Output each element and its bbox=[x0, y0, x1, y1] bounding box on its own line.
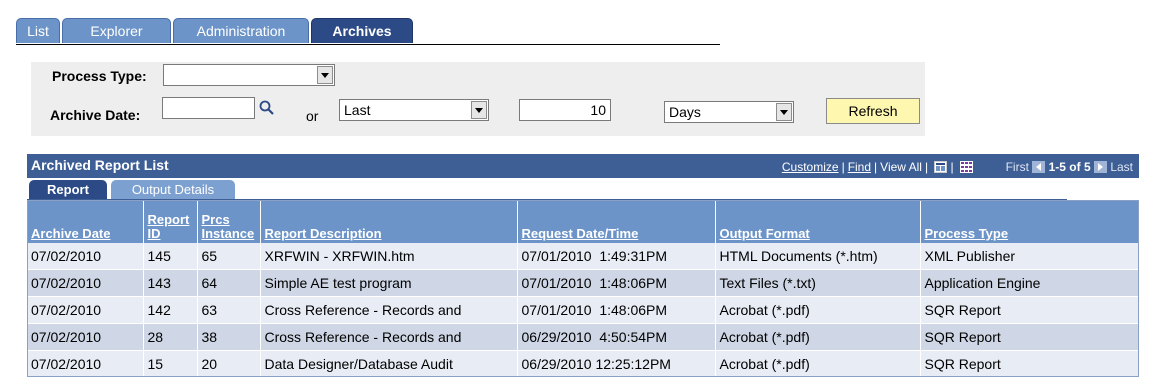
cell-report-id: 142 bbox=[143, 296, 198, 324]
date-unit-value: Days bbox=[669, 104, 701, 120]
archived-report-table: Archive Date Report ID Prcs Instance Rep… bbox=[27, 200, 1140, 378]
chevron-down-icon[interactable] bbox=[471, 101, 487, 119]
cell-report-description: XRFWIN - XRFWIN.htm bbox=[260, 243, 518, 270]
cell-output-format: HTML Documents (*.htm) bbox=[715, 243, 921, 270]
process-type-label: Process Type: bbox=[52, 68, 147, 84]
cell-process-type: SQR Report bbox=[920, 350, 1140, 378]
cell-output-format: Acrobat (*.pdf) bbox=[715, 296, 921, 324]
grid-title: Archived Report List bbox=[31, 157, 169, 173]
last-link[interactable]: Last bbox=[1110, 160, 1133, 174]
download-grid-icon[interactable] bbox=[934, 161, 948, 173]
lookup-search-icon[interactable] bbox=[258, 99, 276, 117]
previous-arrow-icon[interactable] bbox=[1032, 161, 1046, 173]
column-header-output-format[interactable]: Output Format bbox=[715, 200, 921, 243]
archive-date-input[interactable] bbox=[162, 97, 255, 119]
search-panel: Process Type: Archive Date: or Last 10 D… bbox=[31, 62, 925, 136]
cell-request-datetime: 06/29/2010 12:25:12PM bbox=[517, 350, 716, 378]
cell-process-type: SQR Report bbox=[920, 323, 1140, 351]
cell-request-datetime: 07/01/2010 1:48:06PM bbox=[517, 296, 716, 324]
column-header-process-type[interactable]: Process Type bbox=[920, 200, 1140, 243]
date-range-select[interactable]: Last bbox=[339, 99, 489, 121]
show-all-columns-icon[interactable] bbox=[959, 161, 973, 173]
table-row[interactable]: 07/02/2010 143 64 Simple AE test program… bbox=[27, 269, 1140, 297]
column-header-prcs-instance[interactable]: Prcs Instance bbox=[197, 200, 261, 243]
row-range: 1-5 of 5 bbox=[1048, 160, 1091, 174]
column-header-report-id[interactable]: Report ID bbox=[143, 200, 198, 243]
cell-process-type: SQR Report bbox=[920, 296, 1140, 324]
cell-archive-date: 07/02/2010 bbox=[27, 269, 144, 297]
cell-request-datetime: 07/01/2010 1:48:06PM bbox=[517, 269, 716, 297]
cell-archive-date: 07/02/2010 bbox=[27, 296, 144, 324]
cell-request-datetime: 07/01/2010 1:49:31PM bbox=[517, 243, 716, 270]
cell-report-description: Data Designer/Database Audit bbox=[260, 350, 518, 378]
archive-date-label: Archive Date: bbox=[50, 107, 141, 123]
subtab-report[interactable]: Report bbox=[29, 180, 107, 200]
day-count-input[interactable]: 10 bbox=[519, 99, 611, 121]
cell-report-description: Simple AE test program bbox=[260, 269, 518, 297]
cell-output-format: Text Files (*.txt) bbox=[715, 269, 921, 297]
view-all-link[interactable]: View All bbox=[880, 160, 922, 174]
column-header-archive-date[interactable]: Archive Date bbox=[27, 200, 144, 243]
grid-header-bar: Archived Report List Customize | Find | View… bbox=[27, 154, 1139, 178]
cell-archive-date: 07/02/2010 bbox=[27, 350, 144, 378]
refresh-button[interactable]: Refresh bbox=[826, 98, 920, 124]
column-header-request-datetime[interactable]: Request Date/Time bbox=[517, 200, 716, 243]
cell-report-id: 28 bbox=[143, 323, 198, 351]
find-link[interactable]: Find bbox=[848, 160, 871, 174]
tab-list[interactable]: List bbox=[16, 18, 60, 43]
cell-report-description: Cross Reference - Records and bbox=[260, 296, 518, 324]
or-label: or bbox=[306, 108, 319, 124]
table-header-row: Archive Date Report ID Prcs Instance Rep… bbox=[27, 200, 1140, 243]
subtab-output-details[interactable]: Output Details bbox=[111, 180, 235, 200]
tab-archives[interactable]: Archives bbox=[311, 18, 413, 43]
grid-navigation: Customize | Find | View All | | First 1-5 of … bbox=[781, 160, 1133, 174]
top-tab-bar: List Explorer Administration Archives bbox=[16, 18, 720, 45]
cell-report-id: 15 bbox=[143, 350, 198, 378]
process-type-select[interactable] bbox=[163, 64, 335, 86]
cell-process-type: Application Engine bbox=[920, 269, 1140, 297]
cell-prcs-instance: 64 bbox=[197, 269, 261, 297]
cell-prcs-instance: 63 bbox=[197, 296, 261, 324]
cell-report-description: Cross Reference - Records and bbox=[260, 323, 518, 351]
column-header-report-description[interactable]: Report Description bbox=[260, 200, 518, 243]
first-link[interactable]: First bbox=[1006, 160, 1029, 174]
cell-output-format: Acrobat (*.pdf) bbox=[715, 350, 921, 378]
cell-report-id: 143 bbox=[143, 269, 198, 297]
table-row[interactable]: 07/02/2010 15 20 Data Designer/Database … bbox=[27, 350, 1140, 378]
cell-report-id: 145 bbox=[143, 243, 198, 270]
table-row[interactable]: 07/02/2010 28 38 Cross Reference - Recor… bbox=[27, 323, 1140, 351]
cell-output-format: Acrobat (*.pdf) bbox=[715, 323, 921, 351]
cell-prcs-instance: 20 bbox=[197, 350, 261, 378]
table-row[interactable]: 07/02/2010 145 65 XRFWIN - XRFWIN.htm 07… bbox=[27, 243, 1140, 270]
customize-link[interactable]: Customize bbox=[782, 160, 839, 174]
tab-explorer[interactable]: Explorer bbox=[62, 18, 171, 43]
cell-process-type: XML Publisher bbox=[920, 243, 1140, 270]
cell-request-datetime: 06/29/2010 4:50:54PM bbox=[517, 323, 716, 351]
grid-subtab-bar: Report Output Details bbox=[27, 178, 1139, 200]
tab-administration[interactable]: Administration bbox=[173, 18, 309, 43]
table-row[interactable]: 07/02/2010 142 63 Cross Reference - Reco… bbox=[27, 296, 1140, 324]
date-unit-select[interactable]: Days bbox=[664, 101, 794, 123]
next-arrow-icon[interactable] bbox=[1093, 161, 1107, 173]
cell-archive-date: 07/02/2010 bbox=[27, 243, 144, 270]
cell-archive-date: 07/02/2010 bbox=[27, 323, 144, 351]
cell-prcs-instance: 38 bbox=[197, 323, 261, 351]
date-range-value: Last bbox=[344, 102, 371, 118]
chevron-down-icon[interactable] bbox=[776, 103, 792, 121]
chevron-down-icon[interactable] bbox=[317, 66, 333, 84]
cell-prcs-instance: 65 bbox=[197, 243, 261, 270]
